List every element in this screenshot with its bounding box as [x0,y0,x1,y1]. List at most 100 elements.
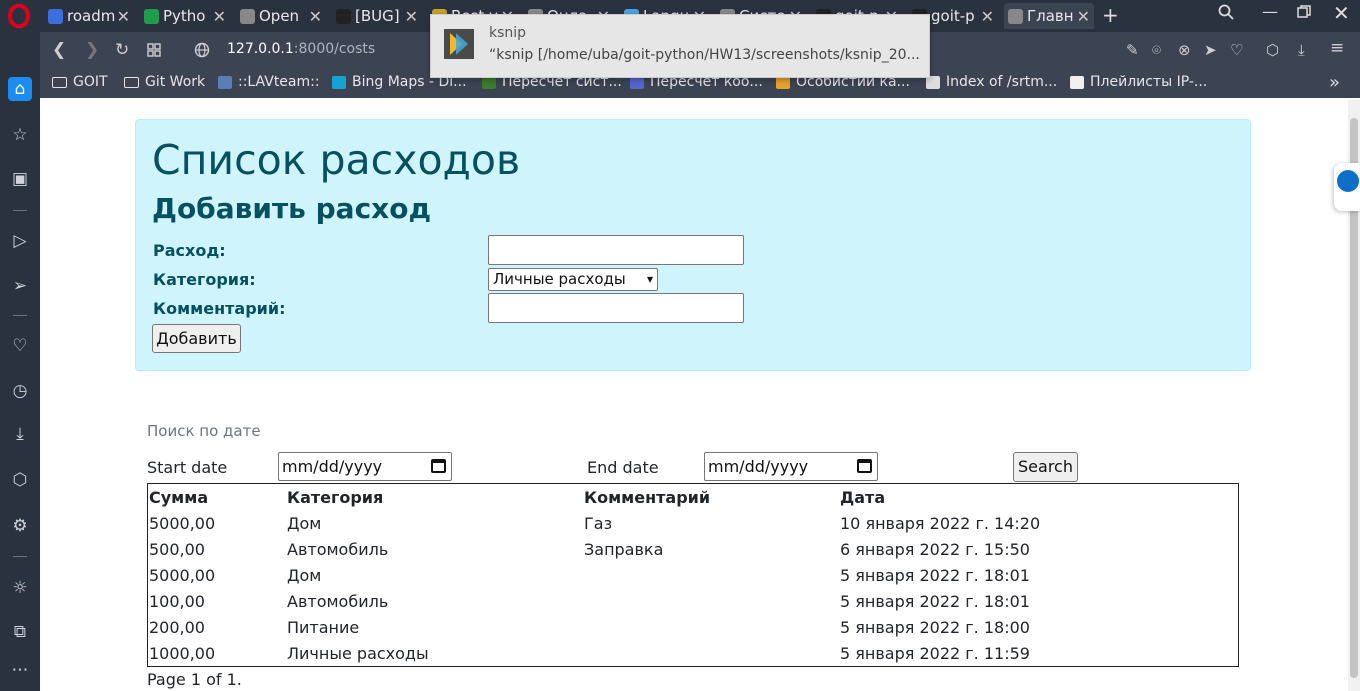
close-tab-icon[interactable]: ✕ [213,7,226,26]
table-cell: Автомобиль [287,540,389,559]
search-tabs-icon[interactable] [1218,4,1234,24]
start-date-placeholder: mm/dd/yyyy [282,457,383,476]
table-row: 1000,00 Личные расходы 5 января 2022 г. 11… [148,644,1238,670]
table-cell: 5000,00 [149,566,216,585]
tips-lightbulb-icon[interactable]: ☼ [8,576,32,600]
new-tab-button[interactable]: + [1102,3,1119,27]
sidebar-divider [13,210,27,211]
bookmark-7[interactable]: Index of /srtm... [926,74,1057,90]
back-button[interactable]: ❮ [52,40,66,60]
send-icon[interactable]: ➤ [1204,41,1217,59]
bookmark-0[interactable]: GOIT [52,74,108,90]
camera-icon[interactable]: ⌾ [1152,41,1161,59]
more-options-icon[interactable]: ⋯ [8,658,32,682]
opera-logo-icon[interactable] [7,4,31,28]
search-button[interactable]: Search [1013,452,1078,482]
tab-label: roadm [67,7,116,25]
end-date-label: End date [587,458,659,477]
site-info-globe-icon[interactable] [194,42,210,63]
bookmark-label: ::LAVteam:: [238,74,320,90]
star-icon[interactable]: ☆ [8,123,32,147]
tab-label: goit-p [931,7,975,25]
maximize-button[interactable] [1297,4,1311,23]
expense-input[interactable] [488,235,744,265]
url-host: 127.0.0.1 [227,41,294,57]
search-by-date-caption: Поиск по дате [147,422,261,440]
table-cell: 5000,00 [149,514,216,533]
speed-dial-icon[interactable] [147,42,161,62]
category-selected-value: Личные расходы [493,270,626,288]
tab-10[interactable]: Главн ✕ [1004,3,1094,29]
bookmark-label: Index of /srtm... [946,74,1058,90]
close-tab-icon[interactable]: ✕ [309,7,322,26]
tab-1[interactable]: Pytho ✕ [140,3,230,29]
table-cell: Питание [287,618,360,637]
add-button[interactable]: Добавить [152,324,241,353]
heart-icon[interactable]: ♡ [1230,41,1243,59]
wallet-icon[interactable]: ▣ [8,167,32,191]
table-row: 200,00 Питание 5 января 2022 г. 18:00 [148,618,1238,644]
close-tab-icon[interactable]: ✕ [981,7,994,26]
start-date-label: Start date [147,458,228,477]
player-icon[interactable]: ▷ [8,229,32,253]
close-window-button[interactable]: ✕ [1333,1,1350,25]
comment-input[interactable] [488,293,744,323]
bookmark-2[interactable]: ::LAVteam:: [218,74,320,90]
table-row: 5000,00 Дом Газ 10 января 2022 г. 14:20 [148,514,1238,540]
reload-button[interactable]: ↻ [115,40,129,60]
start-date-input[interactable]: mm/dd/yyyy [278,452,452,481]
tab-label: Главн [1027,7,1074,25]
notification-popup[interactable]: ksnip “ksnip [/home/uba/goit-python/HW13… [430,14,930,78]
heart-icon[interactable]: ♡ [8,334,32,358]
tab-2[interactable]: Open ✕ [236,3,326,29]
edit-icon[interactable]: ✎ [1126,41,1139,59]
tab-0[interactable]: roadm ✕ [44,3,134,29]
table-cell: 6 января 2022 г. 15:50 [840,540,1030,559]
bookmark-1[interactable]: Git Work [124,74,205,90]
close-tab-icon[interactable]: ✕ [1077,7,1090,26]
history-clock-icon[interactable]: ◷ [8,379,32,403]
add-expense-panel: Список расходов Добавить расход Расход: … [135,119,1251,371]
close-tab-icon[interactable]: ✕ [405,7,418,26]
send-icon[interactable]: ➢ [8,274,32,298]
minimize-button[interactable]: — [1262,2,1278,21]
cube-icon[interactable]: ⬡ [1266,41,1279,59]
bing-icon [332,75,346,89]
table-cell: 5 января 2022 г. 18:01 [840,592,1030,611]
calendar-icon[interactable] [857,459,872,473]
translator-icon[interactable]: ⧉ [8,620,32,644]
tab-3[interactable]: [BUG] ✕ [332,3,422,29]
table-cell: Автомобиль [287,592,389,611]
end-date-input[interactable]: mm/dd/yyyy [704,452,878,481]
bookmark-label: GOIT [73,74,108,90]
teamviewer-icon[interactable] [1334,163,1360,211]
table-row: 100,00 Автомобиль 5 января 2022 г. 18:01 [148,592,1238,618]
downloads-icon[interactable]: ⤓ [8,422,32,446]
close-tab-icon[interactable]: ✕ [117,7,130,26]
bookmarks-more-button[interactable]: » [1329,72,1340,93]
extensions-cube-icon[interactable]: ⬡ [8,468,32,492]
chevron-down-icon: ▾ [646,272,653,286]
url-field[interactable]: 127.0.0.1:8000/costs [227,41,375,57]
category-select[interactable]: Личные расходы ▾ [488,268,658,291]
download-icon[interactable]: ⤓ [1298,41,1305,59]
home-icon[interactable]: ⌂ [8,77,32,101]
bookmark-label: Git Work [145,74,206,90]
calendar-icon[interactable] [431,459,446,473]
bookmark-8[interactable]: Плейлисты IP-... [1070,74,1207,90]
globe-icon [1008,8,1023,24]
lav-icon [218,75,232,89]
table-cell: 200,00 [149,618,205,637]
forward-button[interactable]: ❯ [85,40,99,60]
adblock-icon[interactable]: ⊗ [1178,41,1191,59]
globe-icon [240,8,255,24]
tab-label: Open [259,7,300,25]
table-row: 5000,00 Дом 5 января 2022 г. 18:01 [148,566,1238,592]
sidebar-divider [13,315,27,316]
ksnip-icon [444,29,474,59]
settings-gear-icon[interactable]: ⚙ [8,514,32,538]
spreadsheet-icon [144,8,159,24]
tab-label: [BUG] [355,7,400,25]
menu-icon[interactable]: ≡ [1330,38,1344,58]
url-path: :8000/costs [293,41,376,57]
